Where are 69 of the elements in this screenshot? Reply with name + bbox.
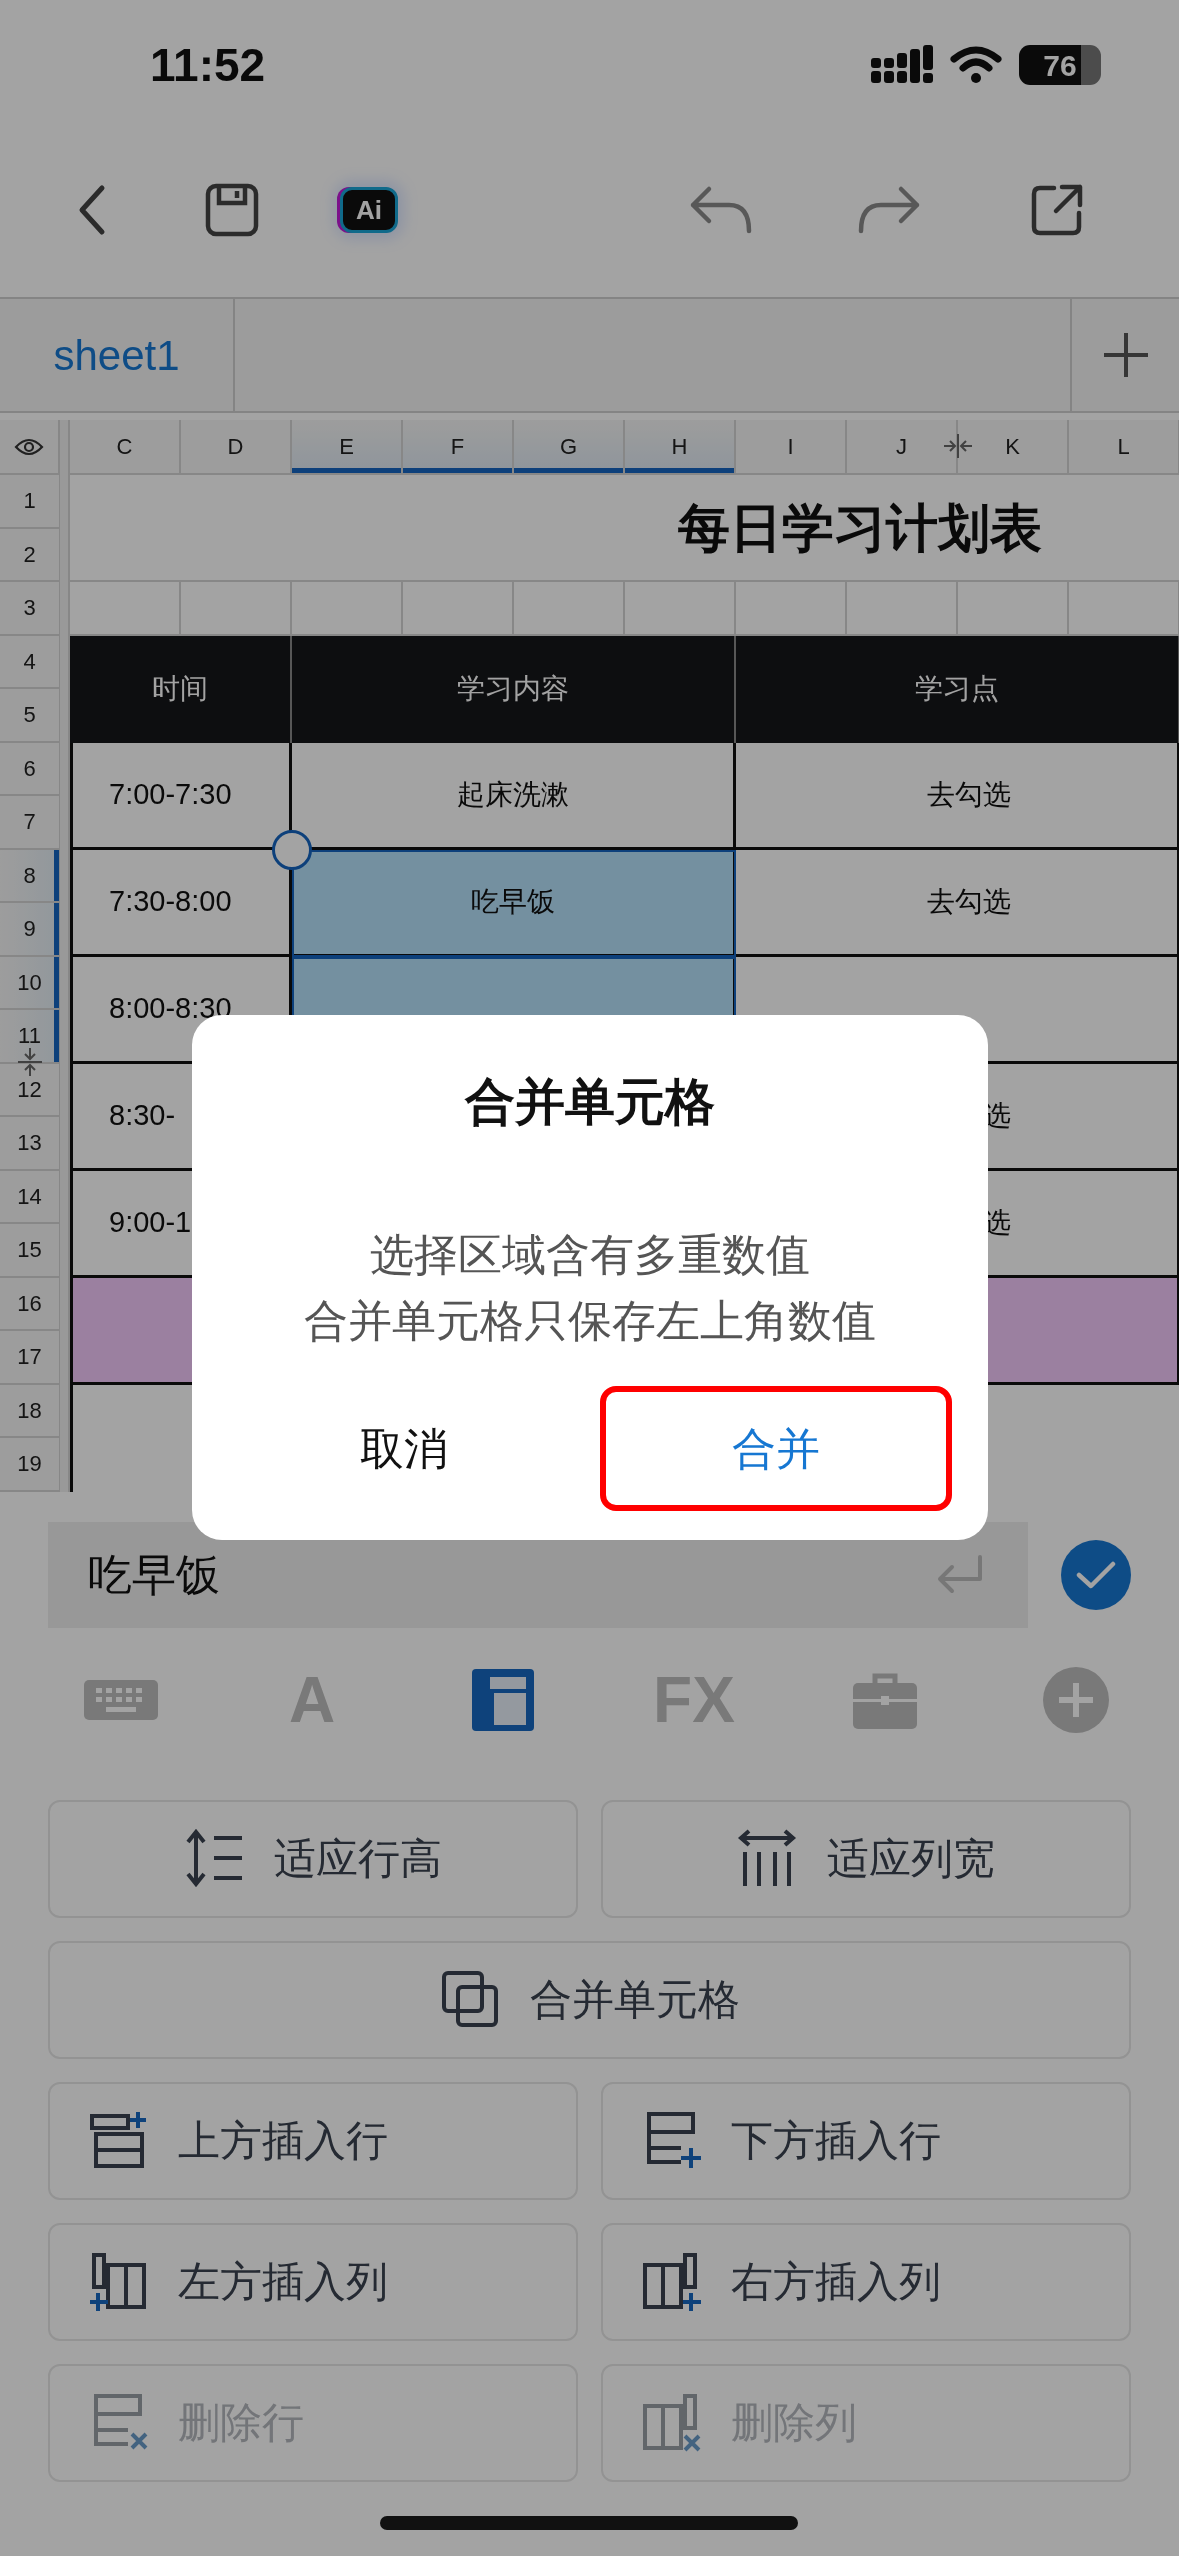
eye-icon[interactable] — [14, 436, 44, 457]
row-header[interactable]: 19 — [0, 1438, 60, 1492]
delete-column-icon — [641, 2391, 703, 2454]
table-cell: 去勾选 — [736, 849, 1179, 957]
row-header[interactable]: 4 — [0, 635, 60, 689]
header-cell: 学习点 — [736, 635, 1179, 743]
column-header[interactable]: K — [958, 420, 1069, 475]
dialog-message: 合并单元格只保存左上角数值 — [303, 1295, 877, 1347]
column-header[interactable]: D — [181, 420, 292, 475]
wifi-icon — [949, 45, 1003, 85]
cancel-button[interactable]: 取消 — [228, 1386, 580, 1511]
insert-row-below-button[interactable]: 下方插入行 — [601, 2081, 1131, 2200]
button-label: 上方插入行 — [178, 2116, 388, 2166]
row-header[interactable]: 15 — [0, 1224, 60, 1278]
column-header[interactable]: E — [292, 420, 403, 475]
header-cell: 学习内容 — [292, 635, 736, 743]
table-cell: 7:00-7:30 — [70, 742, 292, 850]
row-header[interactable]: 16 — [0, 1277, 60, 1331]
row-header[interactable]: 6 — [0, 742, 60, 796]
button-label: 适应行高 — [274, 1834, 442, 1884]
ai-button[interactable]: Ai — [340, 187, 398, 233]
column-header[interactable]: I — [736, 420, 847, 475]
button-label: 左方插入列 — [178, 2257, 388, 2307]
column-header[interactable]: L — [1069, 420, 1179, 475]
insert-column-left-button[interactable]: 左方插入列 — [48, 2222, 578, 2341]
row-header[interactable]: 11 — [0, 1010, 60, 1064]
dialog-title: 合并单元格 — [463, 1073, 716, 1132]
insert-column-right-button[interactable]: 右方插入列 — [601, 2222, 1131, 2341]
header-cell: 时间 — [70, 635, 292, 743]
redo-icon — [857, 185, 921, 235]
insert-column-icon — [641, 2250, 703, 2313]
column-header[interactable]: C — [70, 420, 181, 475]
row-header[interactable]: 2 — [0, 528, 60, 582]
row-header[interactable]: 18 — [0, 1384, 60, 1438]
fit-column-width-button[interactable]: 适应列宽 — [601, 1799, 1131, 1918]
battery-indicator: 76 — [1019, 45, 1101, 85]
formula-value: 吃早饭 — [88, 1548, 220, 1601]
table-cell: 去勾选 — [736, 742, 1179, 850]
column-header[interactable]: H — [625, 420, 736, 475]
row-header[interactable]: 10 — [0, 956, 60, 1010]
merge-button[interactable]: 合并 — [600, 1386, 952, 1511]
row-header[interactable]: 17 — [0, 1331, 60, 1385]
clock-time: 11:52 — [150, 37, 266, 93]
button-label: 适应列宽 — [827, 1834, 995, 1884]
column-header[interactable]: F — [403, 420, 514, 475]
row-header[interactable]: 12 — [0, 1063, 60, 1117]
row-header[interactable]: 5 — [0, 689, 60, 743]
row-header[interactable]: 8 — [0, 849, 60, 903]
insert-row-above-button[interactable]: 上方插入行 — [48, 2081, 578, 2200]
table-cell: 吃早饭 — [292, 849, 736, 957]
table-cell: 7:30-8:00 — [70, 849, 292, 957]
row-header[interactable]: 7 — [0, 796, 60, 850]
undo-icon — [689, 185, 753, 235]
row-header[interactable]: 3 — [0, 582, 60, 636]
row-header[interactable]: 13 — [0, 1117, 60, 1171]
button-label: 合并单元格 — [529, 1975, 740, 2025]
row-header[interactable]: 1 — [0, 475, 60, 529]
share-icon — [1030, 183, 1084, 237]
column-header[interactable]: G — [514, 420, 625, 475]
column-header[interactable]: J — [847, 420, 958, 475]
merge-cells-button[interactable]: 合并单元格 — [48, 1940, 1131, 2059]
signal-icon — [871, 45, 933, 85]
sheet-title: 每日学习计划表 — [70, 475, 1179, 582]
checkmark-icon — [1076, 1559, 1116, 1590]
button-label: 下方插入行 — [731, 2116, 941, 2166]
row-header[interactable]: 9 — [0, 903, 60, 957]
button-label: 右方插入列 — [731, 2257, 941, 2307]
row-header[interactable]: 14 — [0, 1170, 60, 1224]
fit-row-height-button[interactable]: 适应行高 — [48, 1799, 578, 1918]
